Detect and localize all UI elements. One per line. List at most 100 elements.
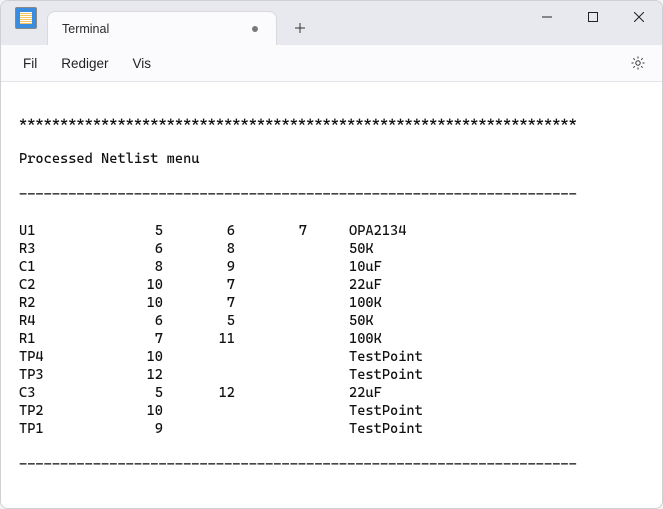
cell-node-b: 5: [163, 312, 235, 330]
cell-value: 22uF: [307, 384, 382, 402]
terminal-output[interactable]: ****************************************…: [1, 82, 662, 508]
cell-node-a: 10: [91, 276, 163, 294]
cell-node-a: 5: [91, 384, 163, 402]
cell-node-a: 6: [91, 240, 163, 258]
cell-value: 10uF: [307, 258, 382, 276]
cell-node-a: 7: [91, 330, 163, 348]
window-controls: [524, 1, 662, 41]
cell-node-c: [235, 402, 307, 420]
maximize-icon: [588, 12, 598, 22]
cell-node-c: [235, 384, 307, 402]
cell-node-c: [235, 240, 307, 258]
cell-node-b: 7: [163, 276, 235, 294]
menu-edit[interactable]: Rediger: [49, 50, 120, 77]
new-tab-button[interactable]: [283, 11, 317, 45]
cell-node-b: 11: [163, 330, 235, 348]
cell-node-a: 9: [91, 420, 163, 438]
cell-node-a: 10: [91, 294, 163, 312]
netlist-row: C3512 22uF: [19, 384, 644, 402]
netlist-title: Processed Netlist menu: [19, 150, 644, 168]
netlist-row: TP410 TestPoint: [19, 348, 644, 366]
cell-id: R1: [19, 330, 91, 348]
minimize-icon: [542, 12, 552, 22]
modified-dot-icon: [252, 26, 258, 32]
cell-value: 50K: [307, 240, 374, 258]
cell-value: OPA2134: [307, 222, 406, 240]
maximize-button[interactable]: [570, 1, 616, 33]
dash-divider: ----------------------------------------…: [19, 186, 644, 204]
netlist-row: TP19 TestPoint: [19, 420, 644, 438]
netlist-row: R1711 100K: [19, 330, 644, 348]
cell-value: TestPoint: [307, 402, 423, 420]
cell-node-a: 6: [91, 312, 163, 330]
cell-node-c: [235, 312, 307, 330]
close-icon: [634, 12, 644, 22]
netlist-table: U1567OPA2134R36850KC18910uFC210722uFR210…: [19, 222, 644, 438]
cell-value: TestPoint: [307, 366, 423, 384]
cell-node-a: 8: [91, 258, 163, 276]
tab-terminal[interactable]: Terminal: [47, 11, 277, 45]
cell-node-a: 10: [91, 348, 163, 366]
cell-node-b: 12: [163, 384, 235, 402]
cell-node-c: [235, 348, 307, 366]
cell-node-b: [163, 366, 235, 384]
cell-id: C1: [19, 258, 91, 276]
dash-divider: ----------------------------------------…: [19, 456, 644, 474]
cell-node-b: 9: [163, 258, 235, 276]
gear-icon: [630, 55, 646, 71]
cell-id: TP4: [19, 348, 91, 366]
minimize-button[interactable]: [524, 1, 570, 33]
settings-button[interactable]: [624, 49, 652, 77]
app-window: Terminal: [0, 0, 663, 509]
cell-node-c: [235, 294, 307, 312]
cell-value: TestPoint: [307, 348, 423, 366]
menu-view[interactable]: Vis: [121, 50, 164, 77]
netlist-row: U1567OPA2134: [19, 222, 644, 240]
netlist-row: C2107 22uF: [19, 276, 644, 294]
app-icon: [15, 7, 37, 29]
cell-node-b: [163, 402, 235, 420]
cell-node-b: 7: [163, 294, 235, 312]
cell-node-b: [163, 348, 235, 366]
cell-node-a: 10: [91, 402, 163, 420]
notepad-icon: [20, 12, 32, 24]
cell-node-b: 6: [163, 222, 235, 240]
cell-id: R2: [19, 294, 91, 312]
menubar: Fil Rediger Vis: [1, 45, 662, 82]
cell-id: TP2: [19, 402, 91, 420]
cell-value: 100K: [307, 294, 382, 312]
blank-line: [19, 492, 644, 508]
cell-id: TP1: [19, 420, 91, 438]
close-button[interactable]: [616, 1, 662, 33]
netlist-row: TP210 TestPoint: [19, 402, 644, 420]
cell-id: TP3: [19, 366, 91, 384]
cell-node-c: [235, 330, 307, 348]
cell-node-c: [235, 420, 307, 438]
cell-id: U1: [19, 222, 91, 240]
cell-value: 22uF: [307, 276, 382, 294]
netlist-row: C189 10uF: [19, 258, 644, 276]
tab-label: Terminal: [62, 22, 244, 36]
cell-node-a: 5: [91, 222, 163, 240]
cell-node-b: [163, 420, 235, 438]
cell-node-c: 7: [235, 222, 307, 240]
cell-node-b: 8: [163, 240, 235, 258]
cell-value: TestPoint: [307, 420, 423, 438]
cell-id: R4: [19, 312, 91, 330]
cell-id: R3: [19, 240, 91, 258]
netlist-row: R368 50K: [19, 240, 644, 258]
cell-node-c: [235, 258, 307, 276]
star-divider: ****************************************…: [19, 114, 644, 132]
menu-file[interactable]: Fil: [11, 50, 49, 77]
cell-value: 50K: [307, 312, 374, 330]
netlist-row: TP312 TestPoint: [19, 366, 644, 384]
cell-id: C2: [19, 276, 91, 294]
cell-node-c: [235, 276, 307, 294]
cell-value: 100K: [307, 330, 382, 348]
cell-node-c: [235, 366, 307, 384]
cell-node-a: 12: [91, 366, 163, 384]
plus-icon: [294, 22, 306, 34]
titlebar: Terminal: [1, 1, 662, 45]
netlist-row: R2107 100K: [19, 294, 644, 312]
cell-id: C3: [19, 384, 91, 402]
